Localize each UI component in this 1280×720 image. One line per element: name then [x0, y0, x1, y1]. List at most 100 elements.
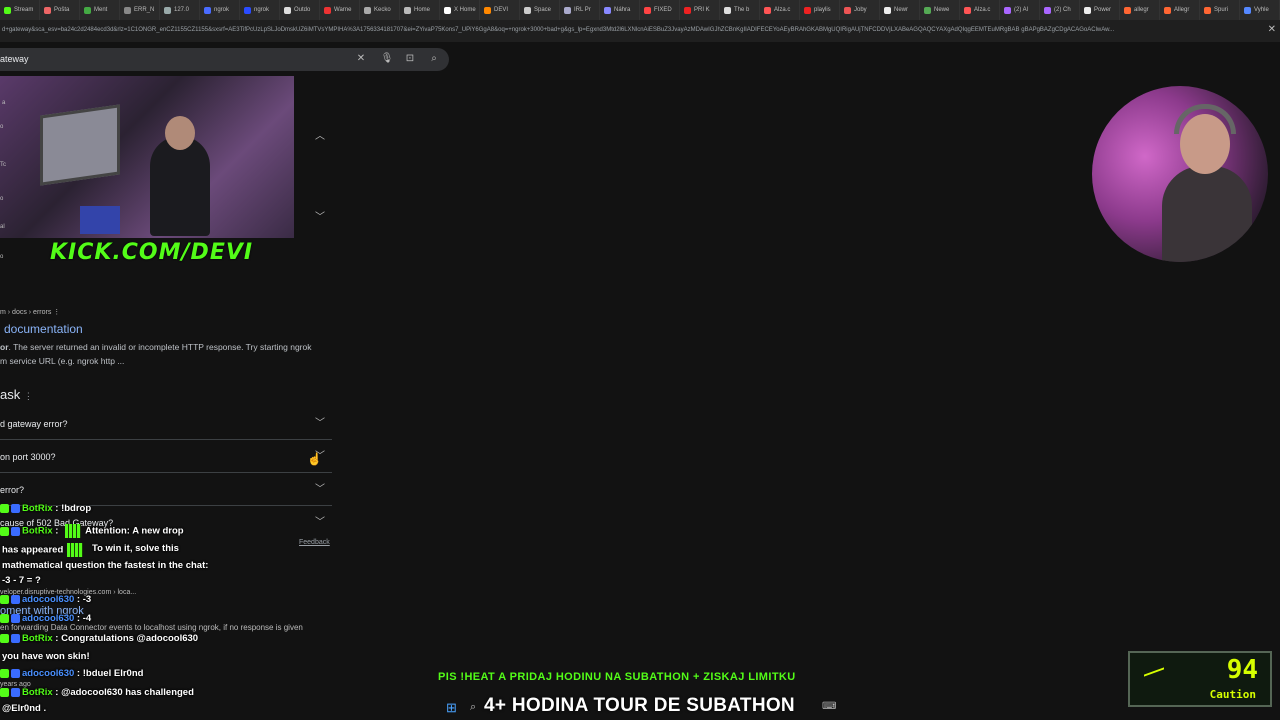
close-window-icon[interactable]: ✕: [1268, 24, 1276, 35]
browser-tab[interactable]: PRI K: [680, 0, 720, 20]
browser-tab[interactable]: Warne: [320, 0, 360, 20]
browser-tab[interactable]: Náhra: [600, 0, 640, 20]
chat-username[interactable]: adocool630: [22, 613, 74, 624]
chevron-down-icon[interactable]: ﹀: [314, 418, 326, 430]
microphone-icon[interactable]: 🎙: [380, 52, 394, 66]
snippet-bold: or: [0, 342, 9, 352]
chevron-down-icon[interactable]: ﹀: [314, 484, 326, 496]
search-icon[interactable]: ⌕: [470, 701, 476, 714]
chevron-down-icon[interactable]: ﹀: [314, 517, 326, 529]
search-box[interactable]: ateway ✕ 🎙 ⊡ ⌕: [0, 48, 449, 71]
kick-badge-icon: [0, 613, 9, 623]
browser-tab[interactable]: Space: [520, 0, 560, 20]
tab-favicon-icon: [364, 6, 371, 14]
browser-tab[interactable]: ERR_N: [120, 0, 160, 20]
chat-text: has appeared: [2, 544, 64, 556]
streamer-graphic: [150, 136, 210, 236]
chevron-up-icon[interactable]: ︿: [314, 131, 326, 143]
browser-tab[interactable]: Newr: [880, 0, 920, 20]
search-input[interactable]: ateway: [0, 54, 29, 64]
mod-badge-icon: [11, 526, 20, 536]
browser-tab[interactable]: Joby: [840, 0, 880, 20]
browser-tab[interactable]: Stream: [0, 0, 40, 20]
chat-message: you have won skin!: [2, 651, 90, 662]
chat-message: adocool630 : !bduel Elr0nd: [0, 668, 143, 679]
browser-tab[interactable]: The b: [720, 0, 760, 20]
browser-tab[interactable]: playlis: [800, 0, 840, 20]
tab-label: Allegr: [1174, 7, 1190, 13]
chat-separator: :: [52, 687, 62, 698]
browser-tab[interactable]: X Home: [440, 0, 480, 20]
browser-tab[interactable]: Home: [400, 0, 440, 20]
browser-tab[interactable]: ngrok: [240, 0, 280, 20]
chat-username[interactable]: BotRix: [22, 503, 53, 514]
chat-message: BotRix : Congratulations @adocool630: [0, 633, 198, 644]
tab-label: Newe: [934, 7, 950, 13]
chat-username[interactable]: adocool630: [22, 668, 74, 679]
tab-favicon-icon: [644, 6, 651, 14]
tab-label: Pošta: [54, 7, 70, 13]
browser-tab[interactable]: Vyhle: [1240, 0, 1280, 20]
browser-tab[interactable]: Alza.c: [760, 0, 800, 20]
chevron-down-icon[interactable]: ﹀: [314, 212, 326, 224]
chat-username[interactable]: BotRix: [22, 687, 53, 698]
feedback-link[interactable]: Feedback: [299, 539, 330, 546]
paa-question[interactable]: d gateway error? ﹀: [0, 407, 332, 440]
tab-label: Ment: [94, 7, 108, 13]
tab-favicon-icon: [764, 6, 771, 14]
webcam-overlay-room: [0, 76, 294, 238]
tab-favicon-icon: [1244, 6, 1251, 14]
browser-tab[interactable]: (2) Al: [1000, 0, 1040, 20]
chat-username[interactable]: adocool630: [22, 594, 74, 605]
search-icon[interactable]: ⌕: [427, 52, 441, 66]
windows-start-icon[interactable]: ⊞: [446, 700, 457, 716]
tab-favicon-icon: [604, 6, 611, 14]
chat-message: BotRix : !bdrop: [0, 503, 91, 514]
paa-question[interactable]: on port 3000? ﹀: [0, 440, 332, 473]
tab-favicon-icon: [444, 6, 451, 14]
chat-separator: :: [74, 668, 83, 679]
browser-tab[interactable]: Outdo: [280, 0, 320, 20]
browser-tab[interactable]: Allegr: [1160, 0, 1200, 20]
chat-separator: :: [52, 525, 62, 537]
tab-favicon-icon: [1124, 6, 1131, 14]
more-options-icon[interactable]: ⋮: [53, 309, 60, 316]
browser-tab[interactable]: Kecko: [360, 0, 400, 20]
browser-tab[interactable]: Ment: [80, 0, 120, 20]
health-meter-widget: 94 Caution: [1128, 651, 1272, 707]
tab-label: (2) Al: [1014, 7, 1029, 13]
browser-tab[interactable]: Power: [1080, 0, 1120, 20]
result-title-link[interactable]: documentation: [4, 322, 83, 336]
browser-tab[interactable]: (2) Ch: [1040, 0, 1080, 20]
clear-icon[interactable]: ✕: [354, 52, 368, 66]
browser-tab[interactable]: FIXED: [640, 0, 680, 20]
meter-sparkline-icon: [1144, 663, 1164, 677]
tab-favicon-icon: [924, 6, 931, 14]
chat-message: adocool630 : -4: [0, 613, 91, 624]
kick-badge-icon: [0, 687, 9, 697]
stream-banner: 4+ HODINA TOUR DE SUBATHON: [484, 695, 795, 716]
address-bar[interactable]: d+gateway&sca_esv=ba24c2d2484ecd3d&rlz=1…: [0, 20, 1280, 42]
browser-tab[interactable]: Newe: [920, 0, 960, 20]
browser-tab[interactable]: Pošta: [40, 0, 80, 20]
result-snippet: en forwarding Data Connector events to l…: [0, 623, 303, 632]
meter-label: Caution: [1209, 688, 1256, 701]
app-icon[interactable]: ⌨: [822, 701, 836, 712]
browser-tab[interactable]: 127.0: [160, 0, 200, 20]
camera-search-icon[interactable]: ⊡: [403, 52, 417, 66]
browser-tab[interactable]: Alza.c: [960, 0, 1000, 20]
more-options-icon[interactable]: ⋮: [24, 391, 33, 401]
tab-label: ngrok: [214, 7, 230, 13]
kick-logo: KICK.COM/DEVI: [50, 240, 254, 265]
paa-question[interactable]: error? ﹀: [0, 473, 332, 506]
browser-tab[interactable]: DEVI: [480, 0, 520, 20]
browser-tab[interactable]: allegr: [1120, 0, 1160, 20]
browser-tab[interactable]: Spuri: [1200, 0, 1240, 20]
tab-favicon-icon: [564, 6, 571, 14]
chat-username[interactable]: BotRix: [22, 633, 53, 644]
kick-badge-icon: [0, 594, 9, 604]
mod-badge-icon: [11, 668, 20, 678]
chat-username[interactable]: BotRix: [22, 526, 53, 537]
browser-tab[interactable]: IRL Pr: [560, 0, 600, 20]
browser-tab[interactable]: ngrok: [200, 0, 240, 20]
